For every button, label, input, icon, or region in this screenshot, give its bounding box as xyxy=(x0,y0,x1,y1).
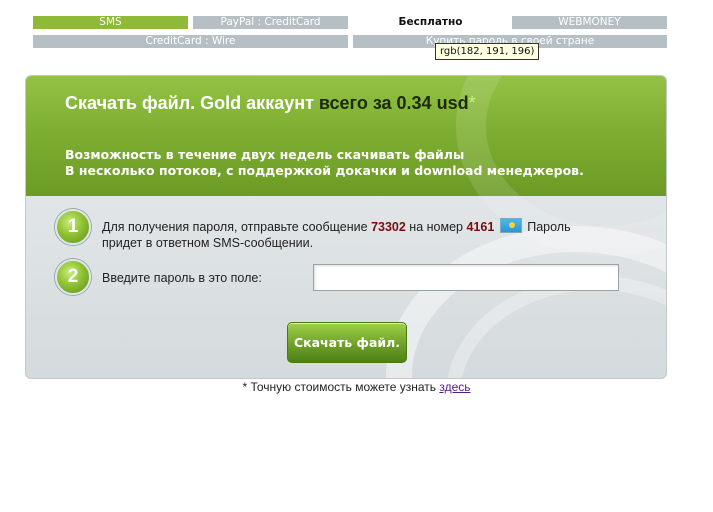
step-1-text-before: Для получения пароля, отправьте сообщени… xyxy=(102,220,372,234)
password-input[interactable] xyxy=(313,264,619,291)
header-line-2: В несколько потоков, с поддержкой докачк… xyxy=(65,163,584,178)
page-title: Скачать файл. Gold аккаунт всего за 0.34… xyxy=(65,93,476,114)
title-main: Скачать файл. Gold аккаунт xyxy=(65,93,319,113)
short-number: 4161 xyxy=(466,220,495,234)
step-1-text-line2: придет в ответном SMS-сообщении. xyxy=(102,236,314,250)
step-1-badge: 1 xyxy=(55,209,91,245)
title-star: * xyxy=(468,93,476,113)
here-link[interactable]: здесь xyxy=(439,380,470,394)
tab-creditcard-wire[interactable]: CreditCard : Wire xyxy=(33,35,348,48)
footnote-text: * Точную стоимость можете узнать xyxy=(242,380,440,394)
background-swirl xyxy=(446,276,666,378)
download-file-button[interactable]: Скачать файл. xyxy=(287,322,407,363)
step-2-badge: 2 xyxy=(55,259,91,295)
purchase-panel: Скачать файл. Gold аккаунт всего за 0.34… xyxy=(25,75,667,379)
step-1-text-middle: на номер xyxy=(405,220,467,234)
tab-sms[interactable]: SMS xyxy=(33,16,188,29)
price-footnote: * Точную стоимость можете узнать здесь xyxy=(0,380,713,394)
step-2-label: Введите пароль в это поле: xyxy=(102,271,262,285)
tab-webmoney[interactable]: WEBMONEY xyxy=(512,16,667,29)
panel-header: Скачать файл. Gold аккаунт всего за 0.34… xyxy=(26,76,666,256)
sms-code: 73302 xyxy=(371,220,406,234)
step-1-text: Для получения пароля, отправьте сообщени… xyxy=(102,218,662,251)
step-1-text-after: Пароль xyxy=(523,220,571,234)
tab-free[interactable]: Бесплатно xyxy=(353,16,508,29)
tab-paypal-creditcard[interactable]: PayPal : CreditCard xyxy=(193,16,348,29)
header-line-1: Возможность в течение двух недель скачив… xyxy=(65,147,465,162)
country-flag-icon[interactable] xyxy=(499,218,522,233)
title-price: всего за 0.34 usd xyxy=(318,93,469,113)
color-tooltip: rgb(182, 191, 196) xyxy=(435,43,540,60)
